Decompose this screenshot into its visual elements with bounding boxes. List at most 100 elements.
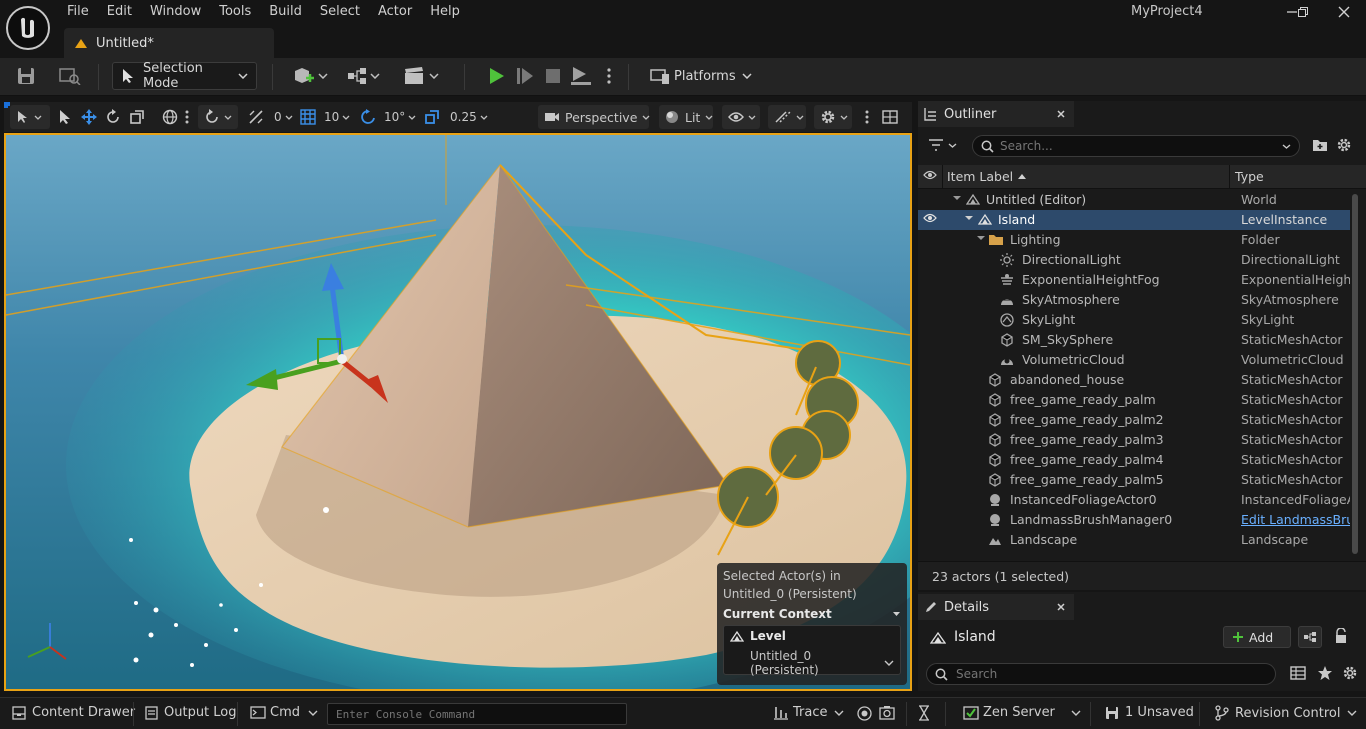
outliner-row-abandoned-house[interactable]: abandoned_house StaticMeshActor	[918, 370, 1350, 390]
level-value-dropdown[interactable]: Untitled_0 (Persistent)	[750, 649, 894, 677]
details-search-input[interactable]	[956, 667, 1256, 681]
outliner-row-palm5[interactable]: free_game_ready_palm5 StaticMeshActor	[918, 470, 1350, 490]
console-command-input[interactable]	[327, 703, 627, 725]
level-viewport[interactable]: Selected Actor(s) in Untitled_0 (Persist…	[4, 133, 912, 691]
outliner-row-palm4[interactable]: free_game_ready_palm4 StaticMeshActor	[918, 450, 1350, 470]
translate-icon[interactable]	[81, 109, 97, 125]
menu-build[interactable]: Build	[260, 2, 311, 22]
outliner-row-directionallight[interactable]: DirectionalLight DirectionalLight	[918, 250, 1350, 270]
add-actor-button[interactable]	[292, 66, 328, 86]
menu-file[interactable]: File	[58, 2, 98, 22]
outliner-tab[interactable]: Outliner	[918, 101, 1074, 127]
visibility-column-icon[interactable]	[923, 170, 937, 180]
menu-edit[interactable]: Edit	[98, 2, 141, 22]
add-component-button[interactable]: Add	[1223, 626, 1291, 648]
advance-frame-icon[interactable]	[513, 65, 537, 87]
type-column-header[interactable]: Type	[1235, 169, 1264, 184]
output-log-button[interactable]: Output Log	[145, 705, 237, 720]
browse-icon[interactable]	[58, 66, 82, 86]
edit-landmass-link[interactable]: Edit LandmassBrus	[1241, 512, 1350, 527]
platforms-dropdown[interactable]: Platforms	[650, 67, 752, 85]
outliner-row-palm2[interactable]: free_game_ready_palm2 StaticMeshActor	[918, 410, 1350, 430]
trace-dropdown[interactable]: Trace	[773, 705, 844, 720]
outliner-row-skylight[interactable]: SkyLight SkyLight	[918, 310, 1350, 330]
scale-snap-dropdown[interactable]: 0.25	[424, 109, 488, 125]
outliner-row-island[interactable]: Island LevelInstance	[918, 210, 1350, 230]
current-context-header[interactable]: Current Context	[723, 607, 901, 621]
grid-snap-dropdown[interactable]: 10	[300, 109, 350, 125]
record-icon[interactable]	[857, 706, 872, 721]
derived-data-hourglass-icon[interactable]	[917, 705, 931, 721]
menu-select[interactable]: Select	[311, 2, 369, 22]
revision-control-dropdown[interactable]: Revision Control	[1215, 705, 1357, 721]
perspective-dropdown[interactable]: Perspective	[538, 105, 650, 129]
details-search-box[interactable]	[926, 663, 1276, 685]
gear-icon[interactable]	[1342, 665, 1358, 681]
outliner-row-volumetriccloud[interactable]: VolumetricCloud VolumetricCloud	[918, 350, 1350, 370]
select-arrow-icon[interactable]	[58, 109, 72, 125]
selection-mode-dropdown[interactable]: Selection Mode	[112, 61, 257, 91]
screenshot-icon[interactable]	[879, 705, 895, 720]
cinematics-button[interactable]	[403, 66, 439, 86]
table-view-icon[interactable]	[1290, 666, 1306, 680]
content-drawer-button[interactable]: Content Drawer	[12, 705, 135, 720]
viewport-select-mode-dropdown[interactable]	[10, 105, 50, 129]
details-tab[interactable]: Details	[918, 594, 1074, 620]
gear-icon[interactable]	[1336, 137, 1352, 153]
viewport-settings-dropdown[interactable]	[814, 105, 852, 129]
menu-help[interactable]: Help	[421, 2, 469, 22]
outliner-row-lighting[interactable]: Lighting Folder	[918, 230, 1350, 250]
outliner-search-box[interactable]	[972, 135, 1300, 157]
outliner-row-skyatmosphere[interactable]: SkyAtmosphere SkyAtmosphere	[918, 290, 1350, 310]
item-label-column-header[interactable]: Item Label	[947, 169, 1027, 184]
zen-server-dropdown[interactable]: Zen Server	[963, 705, 1081, 720]
cmd-dropdown[interactable]: Cmd	[250, 705, 318, 720]
surface-snap-dropdown[interactable]	[198, 105, 238, 129]
play-icon[interactable]	[484, 65, 508, 87]
maximize-button[interactable]	[1281, 0, 1325, 24]
menu-window[interactable]: Window	[141, 2, 210, 22]
unreal-logo-icon[interactable]	[6, 6, 50, 50]
outliner-search-input[interactable]	[1000, 139, 1270, 153]
play-options-icon[interactable]	[603, 65, 615, 87]
eject-icon[interactable]	[568, 65, 594, 87]
outliner-scrollbar-thumb[interactable]	[1352, 194, 1358, 554]
lock-icon[interactable]	[1334, 628, 1348, 644]
close-tab-icon[interactable]	[1056, 602, 1066, 612]
outliner-row-skysphere[interactable]: SM_SkySphere StaticMeshActor	[918, 330, 1350, 350]
stop-icon[interactable]	[541, 65, 565, 87]
world-space-icon[interactable]	[162, 109, 178, 125]
save-icon[interactable]	[16, 66, 36, 86]
show-dropdown[interactable]	[722, 105, 760, 129]
filter-dropdown[interactable]	[928, 139, 957, 151]
level-tab[interactable]: Untitled*	[64, 28, 274, 58]
outliner-row-untitled[interactable]: Untitled (Editor) World	[918, 190, 1350, 210]
blueprint-convert-button[interactable]	[1298, 626, 1322, 648]
outliner-row-landmass[interactable]: LandmassBrushManager0 Edit LandmassBrus	[918, 510, 1350, 530]
menu-tools[interactable]: Tools	[210, 2, 260, 22]
collapse-arrow-icon[interactable]	[964, 213, 978, 227]
current-level-box[interactable]: Level Untitled_0 (Persistent)	[723, 625, 901, 677]
more-options-icon[interactable]	[185, 110, 189, 124]
view-mode-dropdown[interactable]: Lit	[659, 105, 713, 129]
outliner-row-fog[interactable]: ExponentialHeightFog ExponentialHeightF	[918, 270, 1350, 290]
outliner-row-palm[interactable]: free_game_ready_palm StaticMeshActor	[918, 390, 1350, 410]
menu-actor[interactable]: Actor	[369, 2, 421, 22]
outliner-row-palm3[interactable]: free_game_ready_palm3 StaticMeshActor	[918, 430, 1350, 450]
collapse-arrow-icon[interactable]	[952, 193, 966, 207]
rotate-icon[interactable]	[105, 109, 121, 125]
close-tab-icon[interactable]	[1056, 109, 1066, 119]
more-options-icon[interactable]	[865, 110, 869, 124]
layout-icon[interactable]	[882, 109, 898, 125]
outliner-row-landscape[interactable]: Landscape Landscape	[918, 530, 1350, 550]
unsaved-button[interactable]: 1 Unsaved	[1105, 705, 1194, 720]
angle-snap-dropdown[interactable]: 10°	[360, 109, 416, 125]
visibility-eye-icon[interactable]	[923, 213, 937, 227]
close-window-button[interactable]	[1322, 0, 1366, 24]
blueprint-button[interactable]	[346, 66, 380, 86]
rotation-snap-dropdown[interactable]: 0	[248, 109, 293, 125]
outliner-scrollbar[interactable]	[1351, 190, 1359, 560]
outliner-row-foliage[interactable]: InstancedFoliageActor0 InstancedFoliageA…	[918, 490, 1350, 510]
favorite-star-icon[interactable]	[1317, 665, 1333, 681]
performance-dropdown[interactable]	[768, 105, 806, 129]
